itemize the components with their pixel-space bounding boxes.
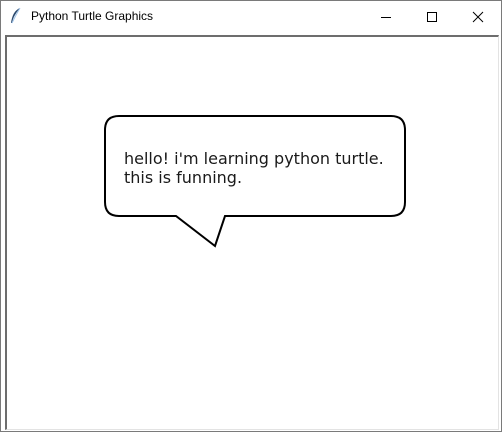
title-bar[interactable]: Python Turtle Graphics — [1, 1, 501, 32]
close-icon — [472, 11, 484, 23]
window-title: Python Turtle Graphics — [31, 9, 154, 23]
speech-line: hello! i'm learning python turtle. — [124, 149, 384, 168]
maximize-icon — [426, 11, 438, 23]
turtle-window: Python Turtle Graphics hello! i'm learni… — [0, 0, 502, 432]
canvas-frame: hello! i'm learning python turtle. this … — [5, 35, 499, 430]
speech-bubble-text: hello! i'm learning python turtle. this … — [124, 149, 384, 187]
turtle-canvas[interactable]: hello! i'm learning python turtle. this … — [7, 37, 498, 429]
maximize-button[interactable] — [409, 1, 455, 32]
feather-icon[interactable] — [9, 7, 23, 25]
speech-line: this is funning. — [124, 168, 243, 187]
minimize-icon — [380, 11, 392, 23]
minimize-button[interactable] — [363, 1, 409, 32]
speech-bubble — [104, 115, 406, 248]
close-button[interactable] — [455, 1, 501, 32]
